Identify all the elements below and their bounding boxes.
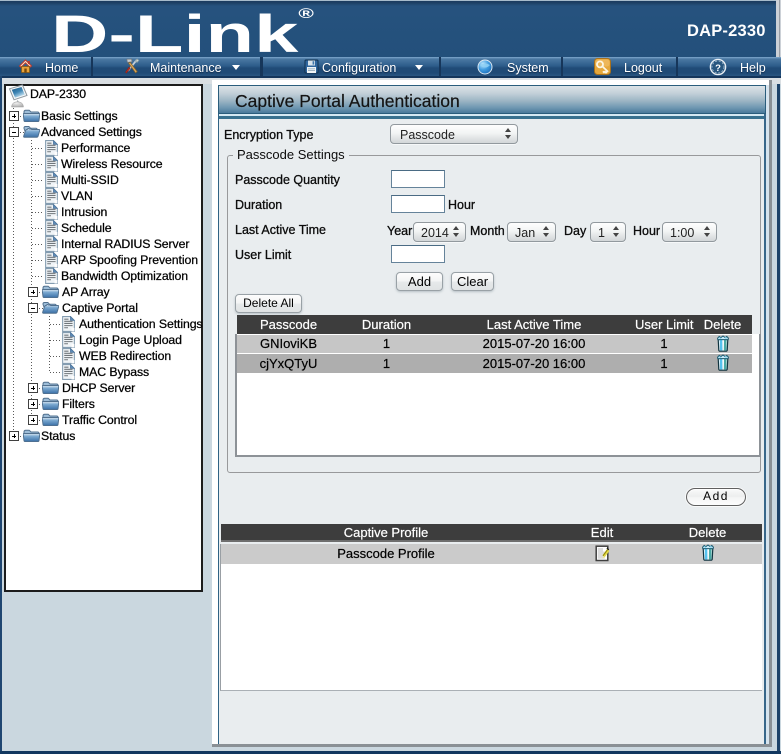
svg-text:?: ? — [715, 63, 721, 74]
